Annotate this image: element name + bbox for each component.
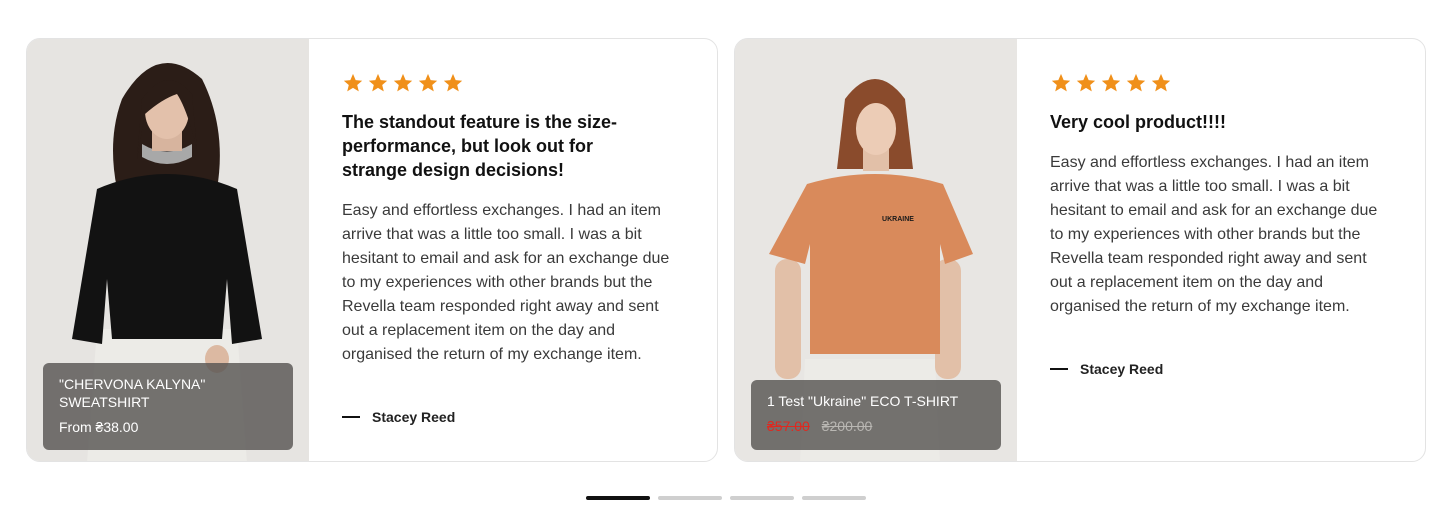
star-icon bbox=[443, 73, 463, 92]
pagination-dot-1[interactable] bbox=[586, 496, 650, 500]
review-body: Easy and effortless exchanges. I had an … bbox=[1050, 154, 1378, 315]
review-card-1: "CHERVONA KALYNA" SWEATSHIRT From ₴38.00… bbox=[26, 38, 718, 462]
star-icon bbox=[1126, 73, 1146, 92]
star-icon bbox=[343, 73, 363, 92]
product-info-overlay[interactable]: 1 Test "Ukraine" ECO T-SHIRT ₴57.00 ₴200… bbox=[751, 380, 1001, 450]
star-rating bbox=[342, 72, 464, 94]
pagination-dot-3[interactable] bbox=[730, 496, 794, 500]
star-icon bbox=[1151, 73, 1171, 92]
sale-price: ₴57.00 bbox=[767, 418, 810, 434]
product-name[interactable]: "CHERVONA KALYNA" SWEATSHIRT bbox=[59, 375, 277, 411]
author-name: Stacey Reed bbox=[372, 409, 456, 425]
review-title: Very cool product!!!! bbox=[1050, 112, 1227, 132]
author-dash bbox=[342, 416, 360, 418]
author-name: Stacey Reed bbox=[1080, 361, 1164, 377]
original-price: ₴200.00 bbox=[821, 418, 873, 434]
star-icon bbox=[1051, 73, 1071, 92]
star-rating bbox=[1050, 72, 1172, 94]
product-photo-sweatshirt[interactable]: "CHERVONA KALYNA" SWEATSHIRT From ₴38.00 bbox=[27, 39, 309, 461]
author-dash bbox=[1050, 368, 1068, 370]
star-icon bbox=[418, 73, 438, 92]
review-author: Stacey Reed bbox=[342, 409, 455, 425]
product-price: From ₴38.00 bbox=[59, 419, 139, 435]
star-icon bbox=[1076, 73, 1096, 92]
product-photo-tshirt[interactable]: UKRAINE 1 Test "Ukraine" ECO T-SHIRT ₴57… bbox=[735, 39, 1017, 461]
shirt-print-text: UKRAINE bbox=[882, 216, 914, 223]
review-author: Stacey Reed bbox=[1050, 361, 1163, 377]
review-body: Easy and effortless exchanges. I had an … bbox=[342, 202, 670, 363]
review-card-2: UKRAINE 1 Test "Ukraine" ECO T-SHIRT ₴57… bbox=[734, 38, 1426, 462]
carousel-pagination bbox=[586, 496, 866, 500]
pagination-dot-2[interactable] bbox=[658, 496, 722, 500]
product-name[interactable]: 1 Test "Ukraine" ECO T-SHIRT bbox=[767, 392, 985, 410]
product-info-overlay[interactable]: "CHERVONA KALYNA" SWEATSHIRT From ₴38.00 bbox=[43, 363, 293, 450]
review-title: The standout feature is the size-perform… bbox=[342, 112, 618, 180]
pagination-dot-4[interactable] bbox=[802, 496, 866, 500]
product-price: ₴57.00 ₴200.00 bbox=[767, 418, 985, 434]
star-icon bbox=[368, 73, 388, 92]
star-icon bbox=[1101, 73, 1121, 92]
star-icon bbox=[393, 73, 413, 92]
